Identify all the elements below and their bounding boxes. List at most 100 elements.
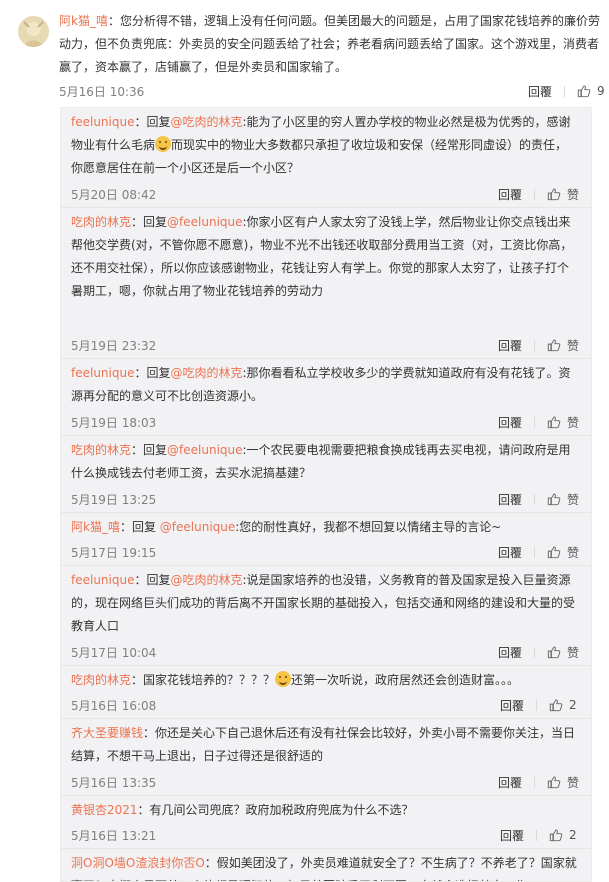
like-button[interactable]: 赞 [547,186,579,203]
reply-mention[interactable]: @feelunique [160,520,235,534]
like-button[interactable]: 赞 [547,491,579,508]
thumbs-up-icon [547,776,561,789]
like-count: 赞 [566,645,579,660]
like-button[interactable]: 赞 [547,644,579,661]
reply-item: 吃肉的林克：回复@feelunique:一个农民要电视需要把粮食换成钱再去买电视… [61,436,591,513]
reply-item: 洞O洞O墙O渣浪封你否O：假如美团没了，外卖员难道就安全了？不生病了？不养老了？… [61,849,591,881]
reply-button[interactable]: 回覆 [498,774,522,791]
avatar[interactable] [18,16,49,47]
reply-username[interactable]: 阿k猫_嘻 [71,520,120,534]
reply-item: 齐大圣要赚钱：你还是关心下自己退休后还有没有社保会比较好，外卖小哥不需要你关注，… [61,719,591,796]
thumbs-up-icon [547,188,561,201]
like-count: 赞 [566,545,579,560]
like-count: 赞 [566,492,579,507]
reply-button[interactable]: 回覆 [498,644,522,661]
reply-time: 5月16日 13:35 [71,775,157,790]
divider [536,829,537,841]
divider [533,776,535,788]
thumbs-up-icon [549,829,563,842]
reply-button[interactable]: 回覆 [500,697,524,714]
divider [536,699,537,711]
like-count: 9 [597,84,605,98]
reply-time: 5月16日 16:08 [71,698,157,713]
like-button[interactable]: 9 [577,84,607,98]
thumbs-up-icon [577,85,591,98]
reply-time: 5月19日 13:25 [71,492,157,507]
reply-username[interactable]: 黄银杏2021 [71,803,138,817]
comment-thread: 阿k猫_嘻：您分析得不错，逻辑上没有任何问题。但美团最大的问题是，占用了国家花钱… [0,0,609,882]
like-count: 2 [569,698,577,712]
comment-username[interactable]: 阿k猫_嘻 [59,14,108,28]
like-count: 2 [569,828,577,842]
reply-meta: 5月17日 10:04 回覆 赞 [71,639,579,665]
reply-prefix: ：回复 [131,443,168,457]
reply-username[interactable]: 齐大圣要赚钱 [71,726,143,740]
reply-content-continued: 还第一次听说，政府居然还会创造财富。。。 [291,673,520,687]
reply-username[interactable]: 吃肉的林克 [71,443,131,457]
like-button[interactable]: 2 [549,828,579,842]
thumbs-up-icon [547,546,561,559]
reply-text: feelunique：回复@吃肉的林克:那你看看私立学校收多少的学费就知道政府有… [71,359,579,409]
divider [533,546,535,558]
like-count: 赞 [566,187,579,202]
comment-content: ：您分析得不错，逻辑上没有任何问题。但美团最大的问题是，占用了国家花钱培养的廉价… [59,14,600,74]
reply-text: 黄银杏2021：有几间公司兜底？政府加税政府兜底为什么不选？ [71,796,579,822]
reply-meta: 5月17日 19:15 回覆 赞 [71,539,579,565]
reply-prefix: ：回复 [134,115,171,129]
main-comment-text: 阿k猫_嘻：您分析得不错，逻辑上没有任何问题。但美团最大的问题是，占用了国家花钱… [59,10,607,79]
reply-time: 5月17日 19:15 [71,545,157,560]
reply-time: 5月19日 18:03 [71,415,157,430]
reply-time: 5月17日 10:04 [71,645,157,660]
reply-button[interactable]: 回覆 [498,414,522,431]
thumbs-up-icon [547,646,561,659]
reply-meta: 5月20日 08:42 回覆 赞 [71,181,579,207]
reply-mention[interactable]: @吃肉的林克 [171,366,243,380]
main-comment-body: 阿k猫_嘻：您分析得不错，逻辑上没有任何问题。但美团最大的问题是，占用了国家花钱… [59,10,607,103]
reply-username[interactable]: feelunique [71,573,134,587]
avatar-image [18,16,49,47]
reply-item: 吃肉的林克：国家花钱培养的？？？？ 还第一次听说，政府居然还会创造财富。。。 5月1… [61,666,591,719]
reply-meta: 5月19日 23:32 回覆 赞 [71,332,579,358]
divider [564,85,565,97]
reply-button[interactable]: 回覆 [498,186,522,203]
reply-meta: 5月16日 16:08 回覆 2 [71,692,579,718]
reply-text: 吃肉的林克：回复@feelunique:一个农民要电视需要把粮食换成钱再去买电视… [71,436,579,486]
reply-prefix: ：国家花钱培养的？？？？ [131,673,276,687]
reply-username[interactable]: feelunique [71,366,134,380]
reply-time: 5月19日 23:32 [71,338,157,353]
comment-time: 5月16日 10:36 [59,84,145,99]
reply-button[interactable]: 回覆 [498,544,522,561]
reply-username[interactable]: 洞O洞O墙O渣浪封你否O [71,856,205,870]
like-button[interactable]: 赞 [547,774,579,791]
reply-item: 阿k猫_嘻：回复 @feelunique:您的耐性真好，我都不想回复以情绪主导的… [61,513,591,566]
reply-item: feelunique：回复@吃肉的林克:那你看看私立学校收多少的学费就知道政府有… [61,359,591,436]
like-count: 赞 [566,775,579,790]
reply-item: 黄银杏2021：有几间公司兜底？政府加税政府兜底为什么不选？ 5月16日 13:2… [61,796,591,849]
reply-text: feelunique：回复@吃肉的林克:能为了小区里的穷人置办学校的物业必然是极… [71,108,579,181]
like-button[interactable]: 赞 [547,544,579,561]
reply-username[interactable]: 吃肉的林克 [71,673,131,687]
reply-button[interactable]: 回覆 [528,83,552,100]
main-comment: 阿k猫_嘻：您分析得不错，逻辑上没有任何问题。但美团最大的问题是，占用了国家花钱… [0,0,609,105]
like-button[interactable]: 2 [549,698,579,712]
like-button[interactable]: 赞 [547,337,579,354]
reply-list: feelunique：回复@吃肉的林克:能为了小区里的穷人置办学校的物业必然是极… [60,107,592,882]
reply-text: 吃肉的林克：国家花钱培养的？？？？ 还第一次听说，政府居然还会创造财富。。。 [71,666,579,692]
reply-prefix: ：回复 [134,573,171,587]
reply-button[interactable]: 回覆 [498,337,522,354]
grin-emoji [155,136,172,152]
reply-button[interactable]: 回覆 [500,827,524,844]
divider [533,416,535,428]
like-button[interactable]: 赞 [547,414,579,431]
reply-text: 吃肉的林克：回复@feelunique:你家小区有户人家太穷了没钱上学，然后物业… [71,208,579,332]
reply-prefix: ：回复 [134,366,171,380]
reply-mention[interactable]: @feelunique [167,443,242,457]
reply-username[interactable]: feelunique [71,115,134,129]
reply-button[interactable]: 回覆 [498,491,522,508]
reply-mention[interactable]: @吃肉的林克 [171,115,243,129]
reply-mention[interactable]: @吃肉的林克 [171,573,243,587]
reply-mention[interactable]: @feelunique [167,215,242,229]
reply-text: 洞O洞O墙O渣浪封你否O：假如美团没了，外卖员难道就安全了？不生病了？不养老了？… [71,849,579,881]
reply-username[interactable]: 吃肉的林克 [71,215,131,229]
like-count: 赞 [566,415,579,430]
